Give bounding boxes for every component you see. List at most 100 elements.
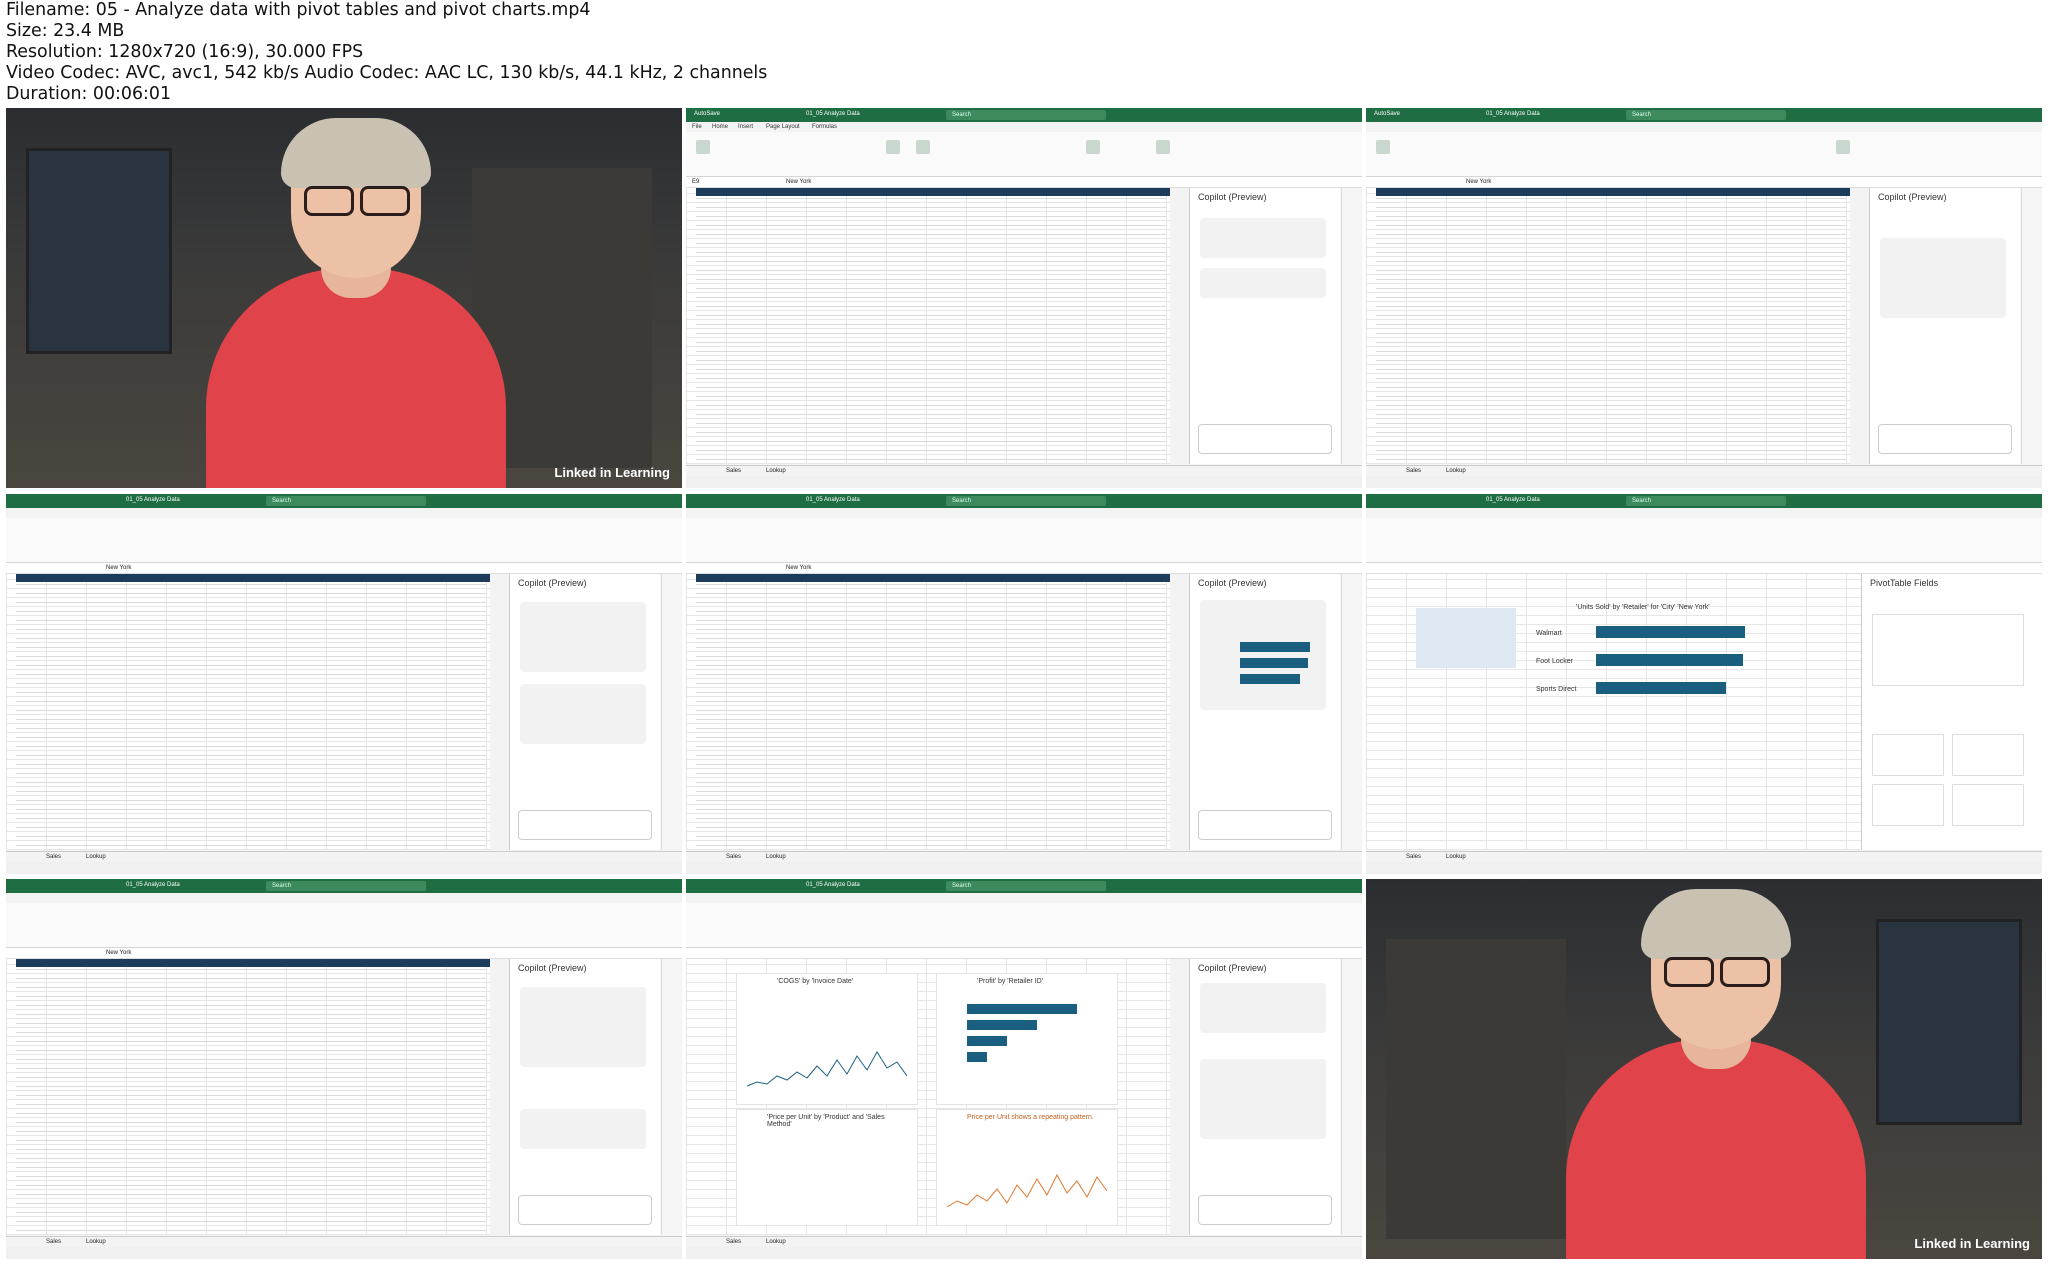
formula-value[interactable]: New York <box>106 565 131 571</box>
copilot-response-card <box>1200 983 1326 1033</box>
name-box[interactable]: E9 <box>692 179 699 185</box>
formula-value[interactable]: New York <box>786 565 811 571</box>
search-input[interactable]: Search <box>946 881 1106 891</box>
tab-lookup[interactable]: Lookup <box>1446 854 1466 860</box>
background-shelf <box>1386 939 1566 1239</box>
thumbnail-excel-5: 01_05 Analyze Data Search New York Copil… <box>686 494 1362 874</box>
menu-file[interactable]: File <box>692 124 702 130</box>
formula-value[interactable]: New York <box>1466 179 1491 185</box>
formula-value[interactable]: New York <box>106 950 131 956</box>
paste-icon[interactable] <box>1376 140 1390 154</box>
spreadsheet-grid[interactable] <box>1366 188 1850 464</box>
preview-bar <box>1240 674 1300 684</box>
formula-value[interactable]: New York <box>786 179 811 185</box>
copilot-chart-card <box>1200 600 1326 710</box>
copilot-suggestion-card[interactable] <box>1200 218 1326 258</box>
tab-lookup[interactable]: Lookup <box>766 468 786 474</box>
copilot-pane: Copilot (Preview) <box>509 574 660 850</box>
formula-bar: New York <box>686 563 1362 574</box>
tab-sales[interactable]: Sales <box>726 1239 741 1245</box>
autosave-toggle[interactable]: AutoSave <box>694 111 720 117</box>
ribbon <box>1366 518 2042 563</box>
tab-sales[interactable]: Sales <box>46 1239 61 1245</box>
columns-area[interactable] <box>1952 734 2024 776</box>
tab-lookup[interactable]: Lookup <box>86 1239 106 1245</box>
copilot-input[interactable] <box>1878 424 2012 454</box>
units-sold-chart[interactable]: 'Units Sold' by 'Retailer' for 'City' 'N… <box>1536 604 1786 734</box>
thumbnail-excel-6-pivot: 01_05 Analyze Data Search 'Units Sold' b… <box>1366 494 2042 874</box>
tab-lookup[interactable]: Lookup <box>86 854 106 860</box>
tab-sales[interactable]: Sales <box>46 854 61 860</box>
profit-chart[interactable]: 'Profit' by 'Retailer ID' <box>936 973 1118 1105</box>
copilot-title: Copilot (Preview) <box>518 578 587 588</box>
copilot-working-card <box>520 1109 646 1149</box>
tab-lookup[interactable]: Lookup <box>766 854 786 860</box>
spreadsheet-grid[interactable] <box>6 574 490 850</box>
spreadsheet-grid[interactable]: 'Units Sold' by 'Retailer' for 'City' 'N… <box>1366 574 1862 850</box>
cogs-chart[interactable]: 'COGS' by 'Invoice Date' <box>736 973 918 1105</box>
table-header-row <box>696 188 1170 196</box>
copilot-input[interactable] <box>1198 1195 1332 1225</box>
tab-lookup[interactable]: Lookup <box>766 1239 786 1245</box>
ribbon <box>6 903 682 948</box>
spreadsheet-grid[interactable] <box>686 188 1170 464</box>
menu-insert[interactable]: Insert <box>738 124 753 130</box>
paste-icon[interactable] <box>696 140 710 154</box>
sheet-tabs: Sales Lookup <box>686 465 1362 476</box>
search-input[interactable]: Search <box>1626 496 1786 506</box>
copilot-title: Copilot (Preview) <box>1878 192 1947 202</box>
search-input[interactable]: Search <box>266 496 426 506</box>
meta-size: Size: 23.4 MB <box>6 21 125 41</box>
menu-page-layout[interactable]: Page Layout <box>766 124 800 130</box>
autosave-toggle[interactable]: AutoSave <box>1374 111 1400 117</box>
search-input[interactable]: Search <box>946 110 1106 120</box>
sort-filter-icon[interactable] <box>1086 140 1100 154</box>
menu-home[interactable]: Home <box>712 124 728 130</box>
menu-bar <box>6 508 682 518</box>
search-input[interactable]: Search <box>946 496 1106 506</box>
tab-sales[interactable]: Sales <box>1406 468 1421 474</box>
pivot-table[interactable] <box>1416 608 1516 668</box>
preview-bar <box>1240 642 1310 652</box>
tab-sales[interactable]: Sales <box>1406 854 1421 860</box>
spreadsheet-grid[interactable]: 'COGS' by 'Invoice Date' 'Profit' by 'Re… <box>686 959 1170 1235</box>
copilot-icon[interactable] <box>1836 140 1850 154</box>
copilot-input[interactable] <box>518 810 652 840</box>
sheet-tabs: Sales Lookup <box>1366 465 2042 476</box>
side-toolbar <box>1341 959 1362 1235</box>
conditional-format-icon[interactable] <box>886 140 900 154</box>
copilot-ask-card[interactable] <box>1200 268 1326 298</box>
field-list[interactable] <box>1872 614 2024 686</box>
tab-sales[interactable]: Sales <box>726 468 741 474</box>
tab-sales[interactable]: Sales <box>726 854 741 860</box>
search-input[interactable]: Search <box>266 881 426 891</box>
formula-bar: New York <box>6 948 682 959</box>
copilot-title: Copilot (Preview) <box>518 963 587 973</box>
copilot-input[interactable] <box>1198 810 1332 840</box>
copilot-icon[interactable] <box>1156 140 1170 154</box>
spreadsheet-grid[interactable] <box>6 959 490 1235</box>
glasses-icon <box>1664 957 1770 987</box>
copilot-response-card <box>520 602 646 672</box>
tab-lookup[interactable]: Lookup <box>1446 468 1466 474</box>
sheet-tabs: Sales Lookup <box>6 1236 682 1247</box>
spreadsheet-grid[interactable] <box>686 574 1170 850</box>
copilot-input[interactable] <box>1198 424 1332 454</box>
sheet-tabs: Sales Lookup <box>686 1236 1362 1247</box>
format-table-icon[interactable] <box>916 140 930 154</box>
search-input[interactable]: Search <box>1626 110 1786 120</box>
copilot-pane: Copilot (Preview) <box>1869 188 2020 464</box>
sheet-tabs: Sales Lookup <box>686 851 1362 862</box>
status-bar <box>686 1247 1362 1259</box>
presenter-hair <box>281 118 431 188</box>
presenter-body <box>1566 1039 1866 1259</box>
copilot-title: Copilot (Preview) <box>1198 192 1267 202</box>
menu-formulas[interactable]: Formulas <box>812 124 837 130</box>
copilot-input[interactable] <box>518 1195 652 1225</box>
profit-bar <box>967 1020 1037 1030</box>
price-per-unit-chart[interactable]: 'Price per Unit' by 'Product' and 'Sales… <box>736 1109 918 1226</box>
filters-area[interactable] <box>1872 734 1944 776</box>
rows-area[interactable] <box>1872 784 1944 826</box>
ppu-pattern-chart[interactable]: Price per Unit shows a repeating pattern… <box>936 1109 1118 1226</box>
values-area[interactable] <box>1952 784 2024 826</box>
